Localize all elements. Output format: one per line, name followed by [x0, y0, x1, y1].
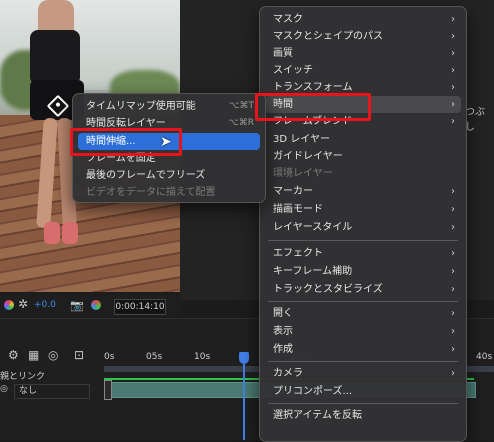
parent-select[interactable]: なし [14, 384, 90, 399]
menu-item-invert-selection[interactable]: 選択アイテムを反転 [265, 407, 461, 424]
chevron-right-icon: › [451, 284, 455, 295]
chevron-right-icon: › [451, 31, 455, 42]
menu-item-effect[interactable]: エフェクト › [265, 245, 461, 262]
menu-item-layer-style[interactable]: レイヤースタイル › [265, 219, 461, 236]
menu-item-keyframe-assistant[interactable]: キーフレーム補助 › [265, 263, 461, 280]
chevron-right-icon: › [451, 48, 455, 59]
layer-in-point[interactable] [104, 380, 112, 400]
menu-item-open[interactable]: 開く › [265, 305, 461, 322]
menu-item-blend-mode[interactable]: 描画モード › [265, 201, 461, 218]
chevron-right-icon: › [451, 326, 455, 337]
menu-item-reveal[interactable]: 表示 › [265, 323, 461, 340]
layer-context-menu: マスク › マスクとシェイプのパス › 画質 › スイッチ › トランスフォーム › 時間… [259, 6, 467, 442]
menu-separator [268, 403, 458, 404]
menu-item-switches[interactable]: スイッチ › [265, 62, 461, 79]
video-person-shirt [30, 30, 80, 85]
right-panel-text: つぶし [465, 107, 485, 133]
parent-icon[interactable]: ◎ [0, 384, 8, 394]
playhead[interactable] [239, 352, 249, 364]
menu-separator [268, 361, 458, 362]
menu-item-mask[interactable]: マスク › [265, 11, 461, 28]
exposure-icon[interactable]: ✲ [18, 297, 28, 311]
playhead-line [243, 364, 245, 440]
exposure-value[interactable]: +0.0 [34, 300, 56, 310]
menu-item-3d-layer[interactable]: 3D レイヤー [265, 131, 461, 148]
chevron-right-icon: › [451, 186, 455, 197]
motion-blur-icon[interactable]: ◎ [48, 348, 58, 362]
frame-blend-icon[interactable]: ▦ [28, 348, 39, 362]
graph-editor-icon[interactable]: ⊡ [74, 348, 84, 362]
snapshot-camera-icon[interactable]: 📷 [70, 299, 84, 312]
video-person-shoe [62, 222, 78, 244]
ruler-label: 40s [476, 352, 493, 362]
ruler-label: 0s [104, 352, 115, 362]
shy-layers-icon[interactable]: ⚙ [8, 348, 19, 362]
menu-separator [268, 301, 458, 302]
menu-item-camera[interactable]: カメラ › [265, 365, 461, 382]
parent-link-header: 親とリンク [0, 372, 46, 382]
menu-item-precompose[interactable]: プリコンポーズ... [265, 383, 461, 400]
highlight-box [255, 93, 371, 121]
chevron-right-icon: › [451, 266, 455, 277]
chevron-right-icon: › [451, 222, 455, 233]
color-wheel-icon[interactable] [4, 300, 14, 310]
mouse-cursor-icon: ➤ [160, 134, 172, 150]
shortcut-label: ⌥⌘T [229, 101, 254, 111]
menu-separator [268, 240, 458, 241]
menu-item-track-stabilize[interactable]: トラックとスタビライズ › [265, 281, 461, 298]
chevron-right-icon: › [451, 65, 455, 76]
menu-item-freeze-last-frame[interactable]: 最後のフレームでフリーズ [78, 167, 260, 184]
chevron-right-icon: › [451, 344, 455, 355]
chevron-right-icon: › [451, 204, 455, 215]
menu-item-marker[interactable]: マーカー › [265, 183, 461, 200]
show-channel-icon[interactable] [91, 300, 101, 310]
menu-item-guide-layer[interactable]: ガイドレイヤー [265, 148, 461, 165]
chevron-right-icon: › [451, 116, 455, 127]
chevron-right-icon: › [451, 368, 455, 379]
shortcut-label: ⌥⌘R [228, 118, 254, 128]
ruler-label: 10s [194, 352, 211, 362]
chevron-right-icon: › [451, 308, 455, 319]
menu-item-create[interactable]: 作成 › [265, 341, 461, 358]
menu-item-enable-time-remap[interactable]: タイムリマップ使用可能 ⌥⌘T [78, 98, 260, 115]
menu-item-environment-layer: 環境レイヤー [273, 168, 333, 179]
current-timecode[interactable]: 0:00:14:10 [114, 299, 166, 315]
chevron-right-icon: › [451, 14, 455, 25]
chevron-right-icon: › [451, 99, 455, 110]
chevron-right-icon: › [451, 248, 455, 259]
menu-item-mask-shape-path[interactable]: マスクとシェイプのパス › [265, 28, 461, 45]
chevron-right-icon: › [451, 82, 455, 93]
menu-item-video-to-data: ビデオをデータに描えて配置 [86, 187, 216, 198]
ruler-label: 05s [146, 352, 163, 362]
menu-item-quality[interactable]: 画質 › [265, 45, 461, 62]
video-person-shoe [44, 222, 60, 244]
